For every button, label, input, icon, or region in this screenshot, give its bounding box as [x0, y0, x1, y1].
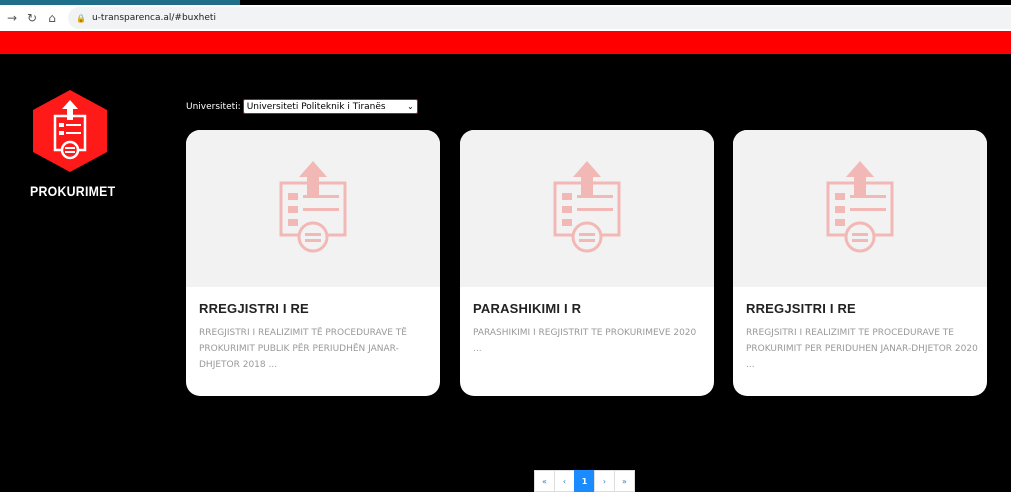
lock-icon: 🔒	[76, 13, 86, 23]
url-text: u-transparenca.al/#buxheti	[91, 13, 216, 23]
page-current-button[interactable]: 1	[574, 470, 595, 492]
procurement-icon	[279, 161, 347, 253]
page-last-button[interactable]: »	[614, 470, 635, 492]
reload-icon[interactable]: ↻	[22, 8, 42, 28]
procurement-icon	[826, 161, 894, 253]
card-2[interactable]: PARASHIKIMI I R PARASHIKIMI I REGJISTRIT…	[460, 130, 714, 396]
card-description: RREGJISTRI I REALIZIMIT TË PROCEDURAVE T…	[199, 328, 407, 370]
card-title[interactable]: PARASHIKIMI I R	[473, 301, 581, 316]
card-title[interactable]: RREGJISTRI I RE	[199, 301, 309, 316]
chevron-down-icon: ⌄	[406, 102, 414, 111]
university-select-value: Universiteti Politeknik i Tiranës	[246, 101, 386, 112]
pagination: « ‹ 1 › »	[534, 470, 635, 492]
card-title[interactable]: RREGJSITRI I RE	[746, 301, 856, 316]
address-bar[interactable]: 🔒 u-transparenca.al/#buxheti	[68, 7, 1011, 29]
university-filter: Universiteti: Universiteti Politeknik i …	[186, 99, 418, 114]
procurement-icon	[553, 161, 621, 253]
home-icon[interactable]: ⌂	[42, 8, 62, 28]
card-description: PARASHIKIMI I REGJISTRIT TE PROKURIMEVE …	[473, 328, 697, 354]
page-first-button[interactable]: «	[534, 470, 555, 492]
page-next-button[interactable]: ›	[594, 470, 615, 492]
filter-label: Universiteti:	[186, 101, 241, 112]
card-image	[733, 130, 987, 287]
back-arrow-icon[interactable]: →	[2, 8, 22, 28]
header-red-bar	[0, 31, 1011, 54]
browser-toolbar: → ↻ ⌂ 🔒 u-transparenca.al/#buxheti	[0, 5, 1011, 31]
card-description: RREGJSITRI I REALIZIMIT TE PROCEDURAVE T…	[746, 328, 978, 370]
card-image	[186, 130, 440, 287]
logo-label: PROKURIMET	[30, 183, 116, 199]
card-1[interactable]: RREGJISTRI I RE RREGJISTRI I REALIZIMIT …	[186, 130, 440, 396]
page-prev-button[interactable]: ‹	[554, 470, 575, 492]
university-select[interactable]: Universiteti Politeknik i Tiranës ⌄	[242, 99, 418, 114]
card-3[interactable]: RREGJSITRI I RE RREGJSITRI I REALIZIMIT …	[733, 130, 987, 396]
card-image	[460, 130, 714, 287]
